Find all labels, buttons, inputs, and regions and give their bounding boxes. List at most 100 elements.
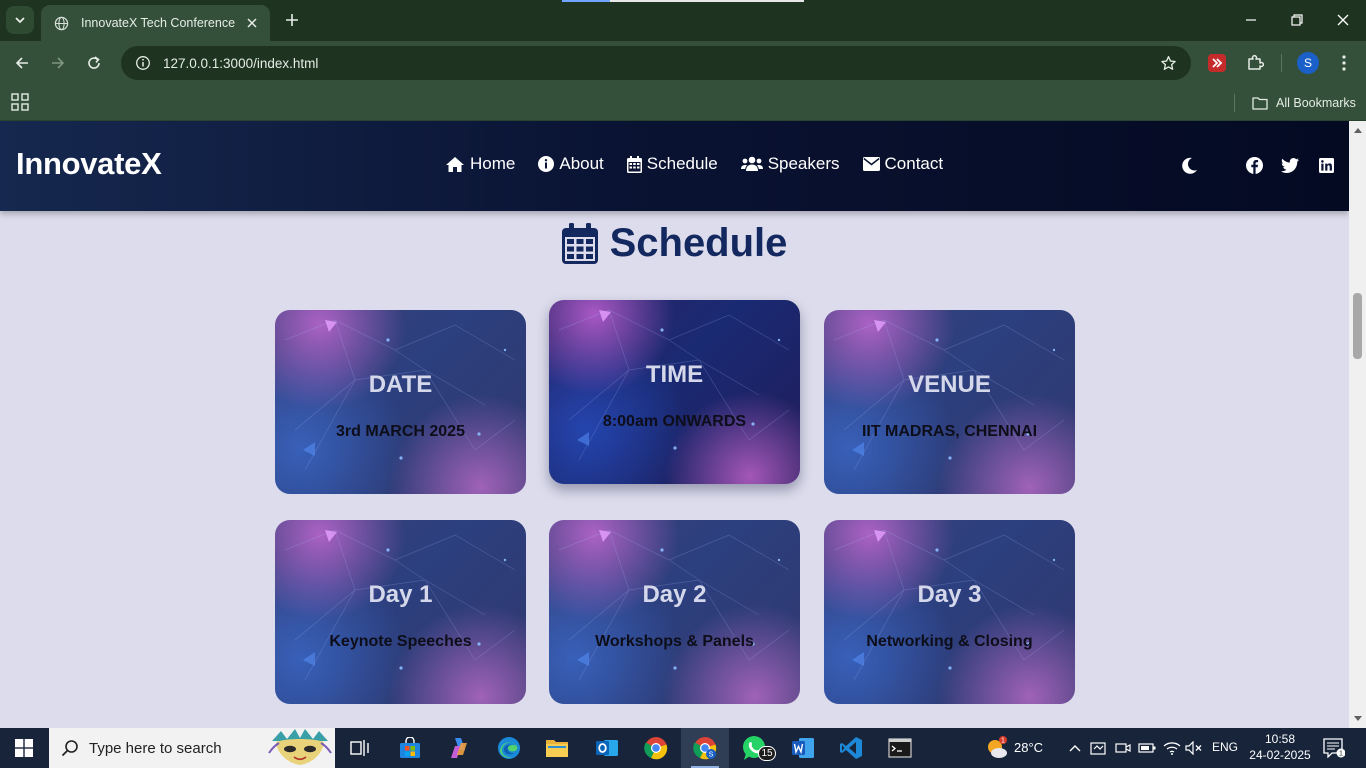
chevron-up-icon [1069,745,1081,752]
volume-muted-icon[interactable] [1185,739,1203,757]
envelope-icon [862,157,880,171]
arrow-left-icon [15,57,28,69]
system-clock[interactable]: 10:58 24-02-2025 [1249,731,1311,763]
card-subtitle: IIT MADRAS, CHENNAI [861,423,1038,440]
word-icon [792,738,814,758]
close-window-button[interactable] [1333,10,1353,30]
scrollbar-thumb[interactable] [1353,293,1362,359]
new-tab-button[interactable] [282,10,302,30]
card-subtitle: Networking & Closing [866,633,1033,650]
nav-home[interactable]: Home [445,154,515,174]
clock-time: 10:58 [1264,732,1296,746]
all-bookmarks-button[interactable]: All Bookmarks [1252,92,1356,114]
task-view-button[interactable] [336,728,384,768]
network-pattern [833,319,1065,471]
back-button[interactable] [11,52,33,74]
taskbar-search-box[interactable]: Type here to search [49,728,335,768]
minimize-icon [1246,19,1256,21]
schedule-card-date[interactable]: DATE 3rd MARCH 2025 [275,310,526,494]
store-bag-icon [400,737,420,758]
input-language[interactable]: ENG [1212,740,1238,754]
task-view-icon [350,740,369,756]
tab-search-button[interactable] [6,6,34,34]
weather-alert-badge: 1 [1001,738,1005,745]
minimize-button[interactable] [1241,10,1261,30]
nav-contact[interactable]: Contact [862,154,944,174]
whatsapp-button[interactable]: 15 [730,728,778,768]
linkedin-icon [1318,157,1334,173]
battery-icon[interactable] [1138,739,1156,757]
show-hidden-icons-button[interactable] [1066,739,1084,757]
wifi-icon[interactable] [1163,739,1181,757]
nav-speakers[interactable]: Speakers [740,154,840,174]
card-subtitle: 3rd MARCH 2025 [336,423,465,440]
schedule-card-venue[interactable]: VENUE IIT MADRAS, CHENNAI [824,310,1075,494]
start-button[interactable] [0,728,48,768]
theme-toggle-button[interactable] [1179,155,1199,175]
extensions-button[interactable] [1244,52,1266,74]
reload-button[interactable] [83,52,105,74]
notification-center-button[interactable]: 1 [1322,737,1346,759]
page-scrollbar[interactable] [1349,121,1366,728]
card-title: Day 3 [917,581,982,608]
toolbar-separator [1281,54,1282,72]
chrome-button[interactable] [632,728,680,768]
tray-app-icon[interactable] [1089,739,1107,757]
restore-button[interactable] [1287,10,1307,30]
schedule-card-time[interactable]: TIME 8:00am ONWARDS [549,300,800,484]
search-placeholder: Type here to search [89,739,222,757]
nav-links: Home About Schedule Speakers Contact [445,154,943,174]
profile-avatar[interactable]: S [1297,52,1319,74]
word-button[interactable] [779,728,827,768]
facebook-link[interactable] [1244,155,1264,175]
address-bar[interactable]: 127.0.0.1:3000/index.html [121,46,1191,80]
nav-contact-label: Contact [884,154,944,173]
chrome-profile-button[interactable]: S [681,728,729,768]
forward-button[interactable] [47,52,69,74]
site-info-icon[interactable] [127,55,159,71]
copilot-button[interactable] [435,728,483,768]
extension-icon[interactable] [1208,54,1226,72]
microsoft-store-button[interactable] [386,728,434,768]
nav-about[interactable]: About [538,154,604,174]
close-icon [1337,14,1349,26]
file-explorer-button[interactable] [533,728,581,768]
schedule-card-day-2[interactable]: Day 2 Workshops & Panels [549,520,800,704]
menu-button[interactable] [1333,52,1355,74]
schedule-card-day-3[interactable]: Day 3 Networking & Closing [824,520,1075,704]
nav-schedule-label: Schedule [646,154,718,173]
svg-text:S: S [709,752,714,759]
carnival-mask-icon [265,728,335,768]
card-title: DATE [368,371,433,398]
copilot-icon [451,738,467,758]
twitter-link[interactable] [1280,155,1300,175]
browser-tab-active[interactable]: InnovateX Tech Conference [41,5,270,41]
meet-now-icon[interactable] [1114,739,1132,757]
outlook-button[interactable] [583,728,631,768]
card-title: VENUE [908,371,991,398]
home-icon [446,156,464,172]
calendar-icon [626,155,642,173]
scroll-up-arrow-icon[interactable] [1353,125,1362,134]
vscode-button[interactable] [827,728,875,768]
linkedin-link[interactable] [1316,155,1336,175]
folder-icon [546,740,568,757]
card-subtitle: Workshops & Panels [595,633,754,650]
search-icon [61,739,79,757]
puzzle-icon [1248,54,1264,70]
terminal-button[interactable] [876,728,924,768]
weather-widget[interactable]: 1 [985,736,1009,760]
weather-temperature[interactable]: 28°C [1014,740,1043,755]
site-logo[interactable]: InnovateX [16,146,162,182]
globe-icon [53,15,69,31]
schedule-card-day-1[interactable]: Day 1 Keynote Speeches [275,520,526,704]
apps-grid-icon[interactable] [11,93,29,111]
edge-browser-button[interactable] [485,728,533,768]
nav-about-label: About [559,154,604,173]
chrome-icon [644,737,668,760]
loading-indicator [562,0,610,2]
nav-schedule[interactable]: Schedule [626,154,718,174]
scroll-down-arrow-icon[interactable] [1353,714,1362,723]
bookmark-star-icon[interactable] [1157,52,1179,74]
close-tab-icon[interactable] [244,15,260,31]
